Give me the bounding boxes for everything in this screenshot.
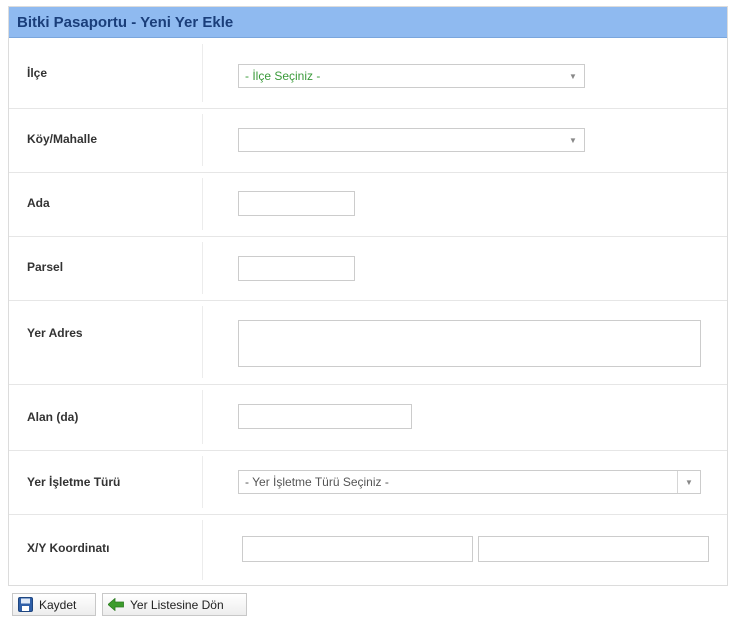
ada-label: Ada — [27, 196, 50, 210]
form-row-koy-mahalle: Köy/Mahalle ▼ — [9, 108, 727, 173]
yer-isletme-turu-select[interactable]: - Yer İşletme Türü Seçiniz - ▼ — [238, 470, 701, 494]
row-divider — [202, 456, 203, 508]
koordinat-label: X/Y Koordinatı — [27, 541, 110, 555]
save-button[interactable]: Kaydet — [12, 593, 96, 616]
y-koordinat-input[interactable] — [478, 536, 709, 562]
chevron-down-icon[interactable]: ▼ — [562, 65, 584, 87]
row-divider — [202, 520, 203, 580]
parsel-input[interactable] — [238, 256, 355, 281]
yer-adres-textarea[interactable] — [238, 320, 701, 367]
x-koordinat-input[interactable] — [242, 536, 473, 562]
yer-isletme-turu-label: Yer İşletme Türü — [27, 475, 121, 489]
row-divider — [202, 306, 203, 378]
ilce-select-value: - İlçe Seçiniz - — [245, 69, 321, 83]
parsel-label: Parsel — [27, 260, 64, 274]
chevron-down-icon[interactable]: ▼ — [562, 129, 584, 151]
chevron-down-icon[interactable]: ▼ — [677, 471, 700, 493]
row-divider — [202, 178, 203, 230]
form-row-parsel: Parsel — [9, 236, 727, 301]
alan-label: Alan (da) — [27, 410, 79, 424]
yer-adres-label: Yer Adres — [27, 326, 83, 340]
form-row-ilce: İlçe - İlçe Seçiniz - ▼ — [9, 38, 727, 109]
panel-title: Bitki Pasaportu - Yeni Yer Ekle — [17, 13, 234, 31]
row-divider — [202, 390, 203, 444]
arrow-left-icon — [108, 598, 124, 611]
form-panel: Bitki Pasaportu - Yeni Yer Ekle İlçe - İ… — [8, 6, 728, 586]
koy-mahalle-select[interactable]: ▼ — [238, 128, 585, 152]
ilce-label: İlçe — [27, 66, 48, 80]
back-to-list-label: Yer Listesine Dön — [130, 597, 224, 612]
row-divider — [202, 44, 203, 102]
yer-isletme-turu-select-value: - Yer İşletme Türü Seçiniz - — [245, 475, 389, 489]
floppy-disk-icon — [18, 597, 33, 612]
ada-input[interactable] — [238, 191, 355, 216]
koy-mahalle-label: Köy/Mahalle — [27, 132, 98, 146]
form-row-yer-isletme-turu: Yer İşletme Türü - Yer İşletme Türü Seçi… — [9, 450, 727, 515]
row-divider — [202, 242, 203, 294]
form-row-ada: Ada — [9, 172, 727, 237]
form-row-yer-adres: Yer Adres — [9, 300, 727, 385]
panel-header: Bitki Pasaportu - Yeni Yer Ekle — [9, 7, 727, 38]
form-row-alan: Alan (da) — [9, 384, 727, 451]
back-to-list-button[interactable]: Yer Listesine Dön — [102, 593, 247, 616]
save-button-label: Kaydet — [39, 597, 77, 612]
form-row-koordinat: X/Y Koordinatı — [9, 514, 727, 586]
row-divider — [202, 114, 203, 166]
ilce-select[interactable]: - İlçe Seçiniz - ▼ — [238, 64, 585, 88]
alan-input[interactable] — [238, 404, 412, 429]
